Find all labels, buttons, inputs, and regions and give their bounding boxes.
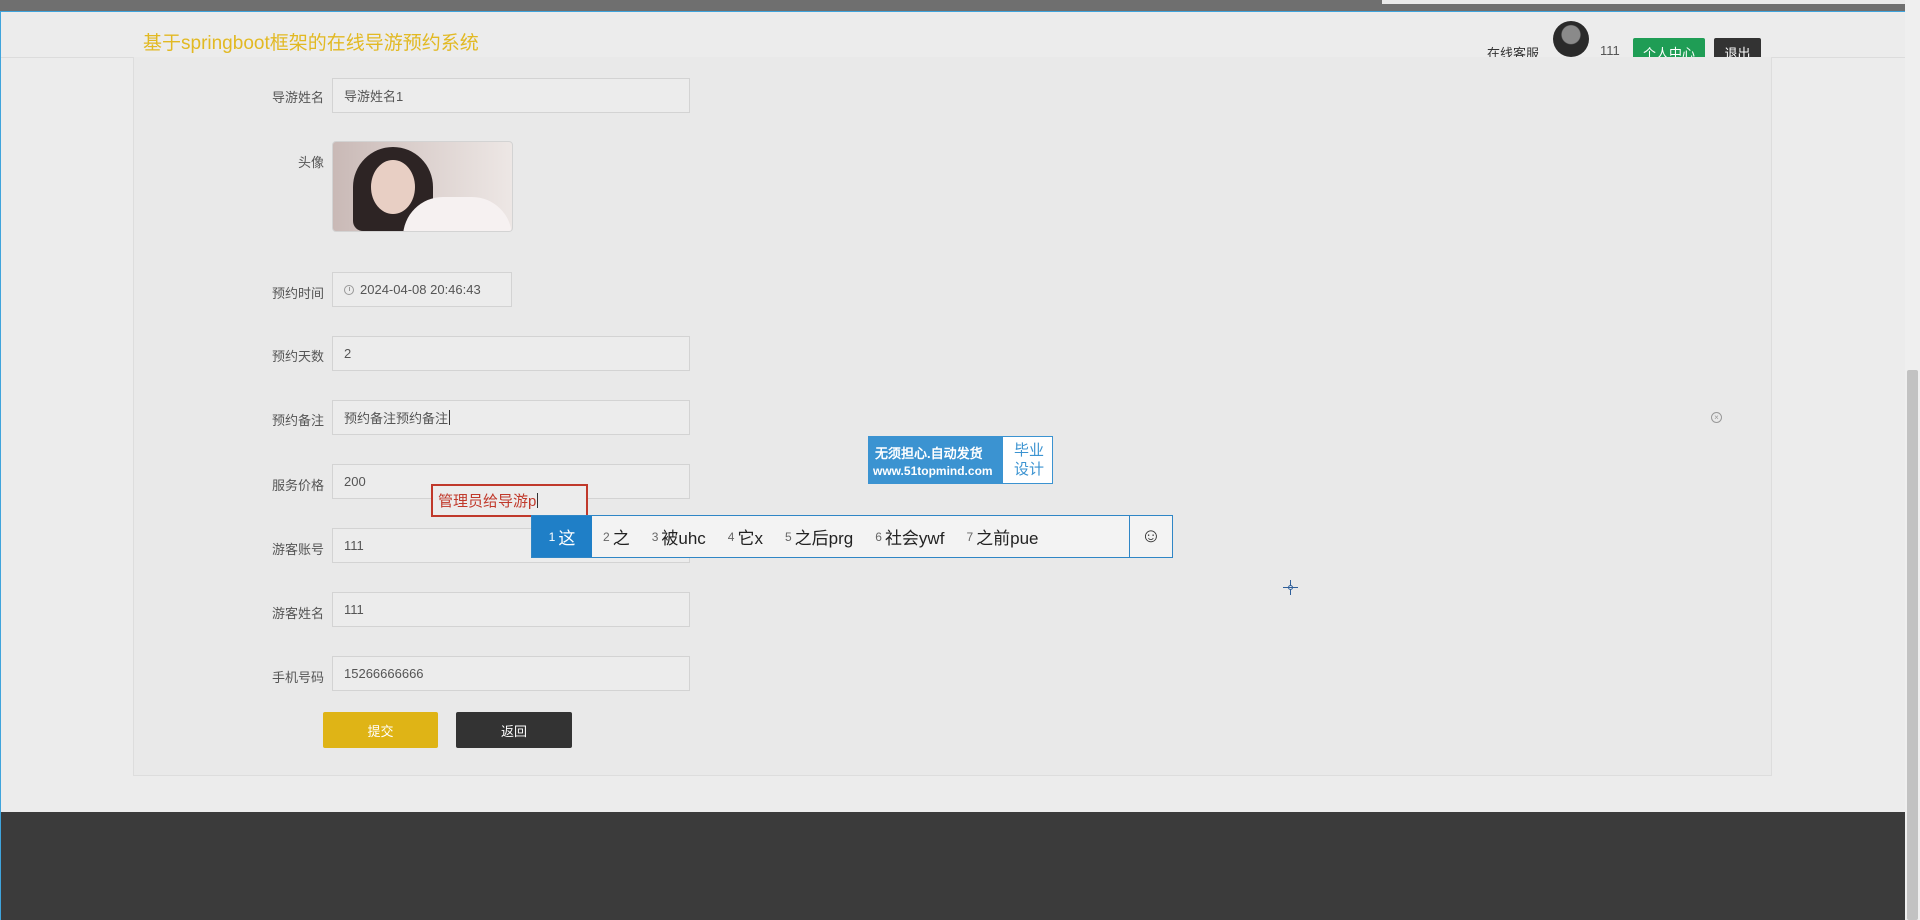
- booking-days-input[interactable]: 2: [332, 336, 690, 371]
- visitor-name-input[interactable]: 111: [332, 592, 690, 627]
- selection-guide-vertical: [0, 11, 1, 920]
- submit-button[interactable]: 提交: [323, 712, 438, 748]
- crosshair-cursor-icon: [1283, 580, 1298, 595]
- ime-composition-box: 管理员给导游p: [431, 484, 588, 517]
- visitor-name-label: 游客姓名: [271, 606, 324, 621]
- emoji-icon[interactable]: ☺: [1129, 516, 1172, 557]
- ime-candidate-5[interactable]: 5 之后prg: [774, 516, 864, 557]
- avatar-label: 头像: [297, 155, 324, 170]
- ime-candidate-4[interactable]: 4 它x: [717, 516, 774, 557]
- booking-days-label: 预约天数: [271, 349, 324, 364]
- phone-label: 手机号码: [271, 670, 324, 685]
- watermark-right-line2: 设计: [1013, 461, 1044, 478]
- user-avatar[interactable]: [1553, 21, 1589, 57]
- site-header: 基于springboot框架的在线导游预约系统 在线客服 111 个人中心 退出: [0, 11, 1920, 66]
- booking-note-value: 预约备注预约备注: [344, 411, 449, 426]
- watermark-right-line1: 毕业: [1013, 442, 1044, 459]
- guide-avatar-image: [332, 141, 513, 232]
- ime-candidate-7[interactable]: 7 之前pue: [955, 516, 1049, 557]
- ime-candidate-3[interactable]: 3 被uhc: [641, 516, 717, 557]
- booking-time-input[interactable]: 2024-04-08 20:46:43: [332, 272, 512, 307]
- clock-icon: [344, 284, 354, 295]
- site-title[interactable]: 基于springboot框架的在线导游预约系统: [143, 28, 479, 55]
- ime-candidate-1[interactable]: 1这: [532, 516, 592, 557]
- ime-candidate-6[interactable]: 6 社会ywf: [864, 516, 955, 557]
- watermark-left-block: 无须担心.自动发货 www.51topmind.com: [869, 437, 1003, 483]
- ime-candidate-bar: 1这 2之 3 被uhc 4 它x 5 之后prg 6 社会ywf 7 之前pue ☺: [531, 515, 1173, 558]
- watermark-line1: 无须担心.自动发货: [875, 446, 983, 461]
- username: 111: [1600, 43, 1620, 58]
- window-top-strip-light: [1382, 0, 1920, 4]
- selection-guide-horizontal: [0, 11, 1905, 12]
- phone-input[interactable]: 15266666666: [332, 656, 690, 691]
- guide-name-input[interactable]: 导游姓名1: [332, 78, 690, 113]
- service-price-label: 服务价格: [271, 478, 324, 493]
- photo-face: [371, 160, 415, 214]
- back-button[interactable]: 返回: [456, 712, 572, 748]
- watermark-badge: 无须担心.自动发货 www.51topmind.com 毕业 设计: [868, 436, 1053, 484]
- booking-note-input[interactable]: 预约备注预约备注: [332, 400, 690, 435]
- ime-candidate-2[interactable]: 2之: [592, 516, 641, 557]
- watermark-right-block: 毕业 设计: [1009, 441, 1049, 479]
- clear-icon[interactable]: ×: [1711, 412, 1722, 423]
- ime-composition-text: 管理员给导游p: [438, 493, 537, 510]
- booking-time-label: 预约时间: [271, 286, 324, 301]
- visitor-account-label: 游客账号: [271, 542, 324, 557]
- guide-name-label: 导游姓名: [271, 90, 324, 105]
- page-footer: [0, 812, 1905, 920]
- booking-time-value: 2024-04-08 20:46:43: [360, 282, 481, 297]
- text-cursor: [449, 410, 451, 425]
- watermark-line2: www.51topmind.com: [873, 464, 993, 478]
- page-scrollbar-thumb[interactable]: [1907, 370, 1918, 920]
- ime-cursor: [537, 493, 539, 508]
- booking-note-label: 预约备注: [271, 413, 324, 428]
